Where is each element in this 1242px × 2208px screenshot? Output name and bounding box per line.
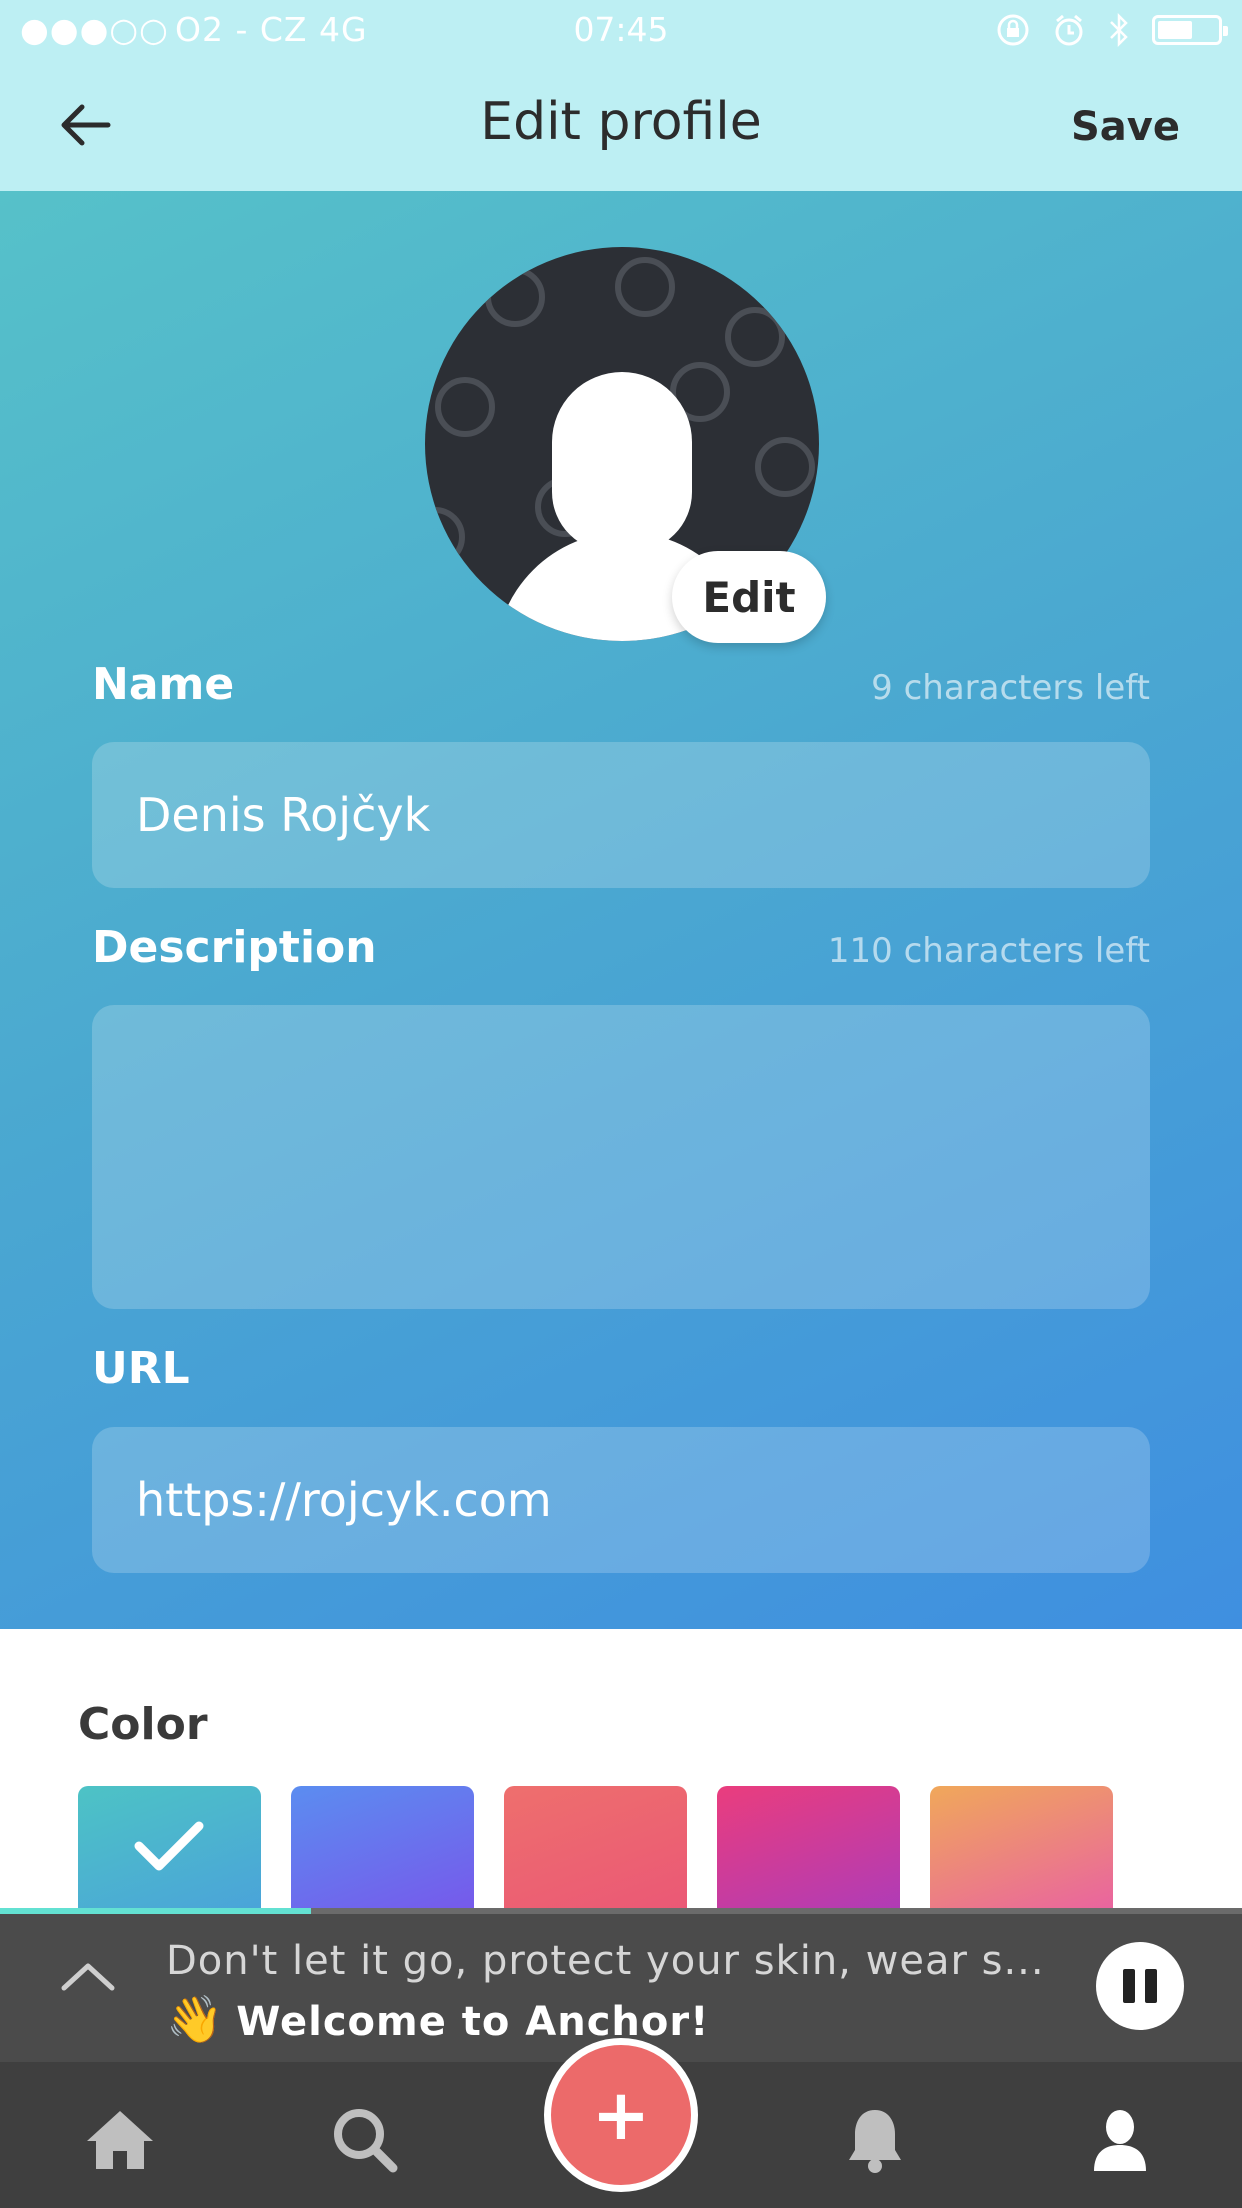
orientation-lock-icon (997, 14, 1029, 46)
status-bar: ●●●○○ O2 - CZ 4G 07:45 (0, 0, 1242, 60)
url-label: URL (92, 1343, 190, 1394)
color-label: Color (78, 1699, 208, 1750)
name-char-count: 9 characters left (871, 668, 1150, 708)
tab-notifications[interactable] (835, 2100, 915, 2180)
alarm-icon (1055, 14, 1083, 46)
header: Edit profile Save (0, 60, 1242, 191)
description-char-count: 110 characters left (827, 931, 1150, 971)
tab-search[interactable] (325, 2100, 405, 2180)
description-field[interactable] (92, 1005, 1150, 1309)
save-button[interactable]: Save (1071, 104, 1180, 150)
pause-button[interactable] (1096, 1942, 1184, 2030)
waving-hand-icon: 👋 (166, 1992, 225, 2046)
status-icons (996, 12, 1228, 48)
default-avatar-icon (552, 372, 692, 552)
now-playing-track: Don't let it go, protect your skin, wear… (166, 1938, 1045, 1984)
checkmark-icon (134, 1821, 204, 1871)
edit-avatar-button[interactable]: Edit (672, 551, 826, 643)
profile-icon (1094, 2110, 1146, 2171)
search-icon (334, 2109, 398, 2173)
name-label: Name (92, 659, 235, 710)
chevron-up-icon[interactable] (58, 1958, 118, 1994)
tab-home[interactable] (80, 2100, 160, 2180)
bluetooth-icon (1110, 12, 1128, 48)
page-title: Edit profile (480, 92, 762, 152)
profile-form-area: Edit Name 9 characters left Denis Rojčyk… (0, 191, 1242, 1629)
create-button[interactable]: + (544, 2038, 698, 2192)
notifications-icon (849, 2110, 901, 2173)
color-section: Color (0, 1629, 1242, 1936)
tab-profile[interactable] (1080, 2100, 1160, 2180)
home-icon (87, 2111, 153, 2169)
name-field[interactable]: Denis Rojčyk (92, 742, 1150, 888)
battery-icon (1152, 15, 1228, 45)
tab-bar: + (0, 2038, 1242, 2208)
url-field[interactable]: https://rojcyk.com (92, 1427, 1150, 1573)
episode-title: Welcome to Anchor! (236, 1999, 710, 2045)
description-label: Description (92, 922, 377, 973)
top-bar: ●●●○○ O2 - CZ 4G 07:45 Edit profile Save (0, 0, 1242, 191)
